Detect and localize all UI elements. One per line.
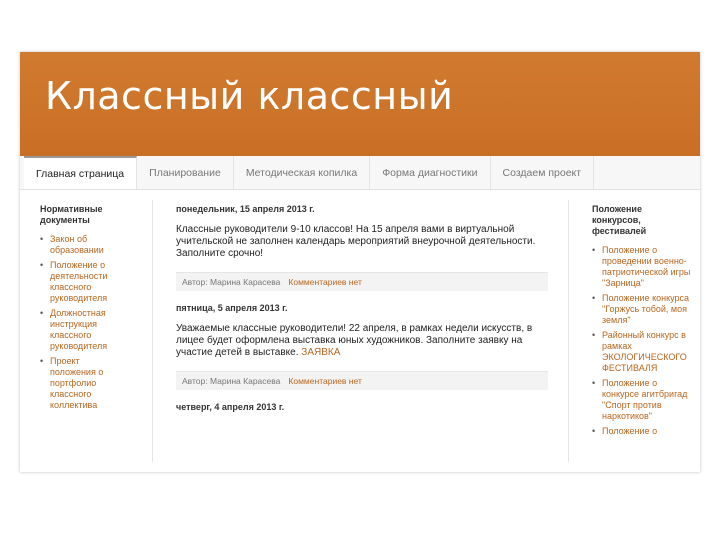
list-item: Должностная инструкция классного руковод… [40,308,124,352]
blog-title[interactable]: Классный классный [45,74,453,118]
tab-planning[interactable]: Планирование [137,156,234,189]
list-item: Районный конкурс в рамках ЭКОЛОГИЧЕСКОГО… [592,330,692,374]
list-item: Закон об образовании [40,234,124,256]
post: пятница, 5 апреля 2013 г. Уважаемые клас… [176,303,548,390]
list-item: Положение о проведении военно-патриотиче… [592,245,692,289]
doc-link[interactable]: Должностная инструкция классного руковод… [50,308,107,351]
right-sidebar: Положение конкурсов, фестивалей Положени… [592,204,692,441]
right-sidebar-heading: Положение конкурсов, фестивалей [592,204,647,236]
post-author: Автор: Марина Карасева [182,277,281,287]
list-item: Положение конкурса "Горжусь тобой, моя з… [592,293,692,326]
content-columns: Нормативные документы Закон об образован… [20,190,700,472]
tab-diagnostics[interactable]: Форма диагностики [370,156,491,189]
contest-link[interactable]: Положение о проведении военно-патриотиче… [602,245,690,288]
left-sidebar-heading: Нормативные документы [40,204,103,225]
contest-link[interactable]: Положение о [602,426,657,436]
comments-link[interactable]: Комментариев нет [288,277,361,287]
divider [568,200,569,462]
application-link[interactable]: ЗАЯВКА [301,347,340,358]
posts-column: понедельник, 15 апреля 2013 г. Классные … [176,204,548,422]
left-sidebar-list: Закон об образовании Положение о деятель… [40,234,124,411]
post-date: пятница, 5 апреля 2013 г. [176,303,288,313]
tab-methodical[interactable]: Методическая копилка [234,156,371,189]
contest-link[interactable]: Положение конкурса "Горжусь тобой, моя з… [602,293,689,325]
blog-frame: Классный классный Главная страница Плани… [20,52,700,472]
post: понедельник, 15 апреля 2013 г. Классные … [176,204,548,291]
doc-link[interactable]: Положение о деятельности классного руков… [50,260,107,303]
post-author: Автор: Марина Карасева [182,376,281,386]
post-text: Уважаемые классные руководители! 22 апре… [176,323,533,358]
post-footer: Автор: Марина Карасева Комментариев нет [176,371,548,390]
contest-link[interactable]: Районный конкурс в рамках ЭКОЛОГИЧЕСКОГО… [602,330,687,373]
tab-project[interactable]: Создаем проект [491,156,595,189]
post-text: Классные руководители 9-10 классов! На 1… [176,224,536,259]
post-body: Уважаемые классные руководители! 22 апре… [176,323,548,359]
post: четверг, 4 апреля 2013 г. [176,402,548,412]
right-sidebar-list: Положение о проведении военно-патриотиче… [592,245,692,437]
post-footer: Автор: Марина Карасева Комментариев нет [176,272,548,291]
nav-tabs: Главная страница Планирование Методическ… [20,156,700,190]
list-item: Положение о конкурсе агитбригад "Спорт п… [592,378,692,422]
blog-header: Классный классный [20,52,700,156]
comments-link[interactable]: Комментариев нет [288,376,361,386]
post-body: Классные руководители 9-10 классов! На 1… [176,224,548,260]
doc-link[interactable]: Проект положения о портфолио классного к… [50,356,103,410]
post-date: четверг, 4 апреля 2013 г. [176,402,285,412]
tab-home[interactable]: Главная страница [24,156,138,189]
contest-link[interactable]: Положение о конкурсе агитбригад "Спорт п… [602,378,687,421]
post-date: понедельник, 15 апреля 2013 г. [176,204,315,214]
divider [152,200,153,462]
left-sidebar: Нормативные документы Закон об образован… [40,204,124,415]
doc-link[interactable]: Закон об образовании [50,234,104,255]
list-item: Положение о [592,426,692,437]
list-item: Положение о деятельности классного руков… [40,260,124,304]
list-item: Проект положения о портфолио классного к… [40,356,124,411]
